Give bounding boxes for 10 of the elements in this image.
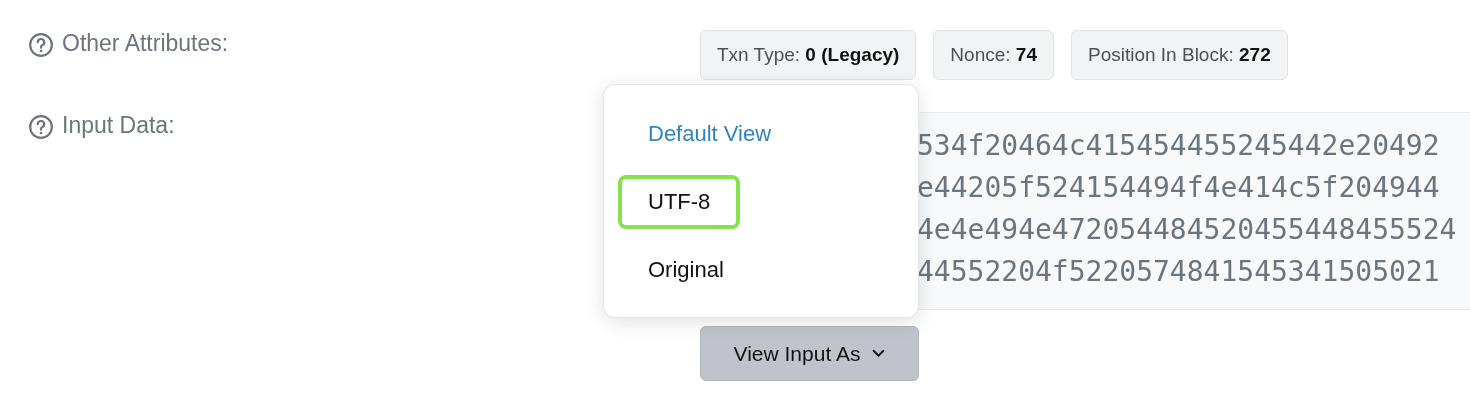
- row-label: Input Data:: [62, 112, 175, 139]
- help-icon: [28, 32, 54, 58]
- chevron-down-icon: [872, 349, 886, 358]
- help-icon: [28, 114, 54, 140]
- attribute-badge: Txn Type: 0 (Legacy): [700, 30, 917, 80]
- menu-item[interactable]: UTF-8: [618, 175, 741, 229]
- attribute-badge: Nonce: 74: [933, 30, 1054, 80]
- attribute-badge: Position In Block: 272: [1070, 30, 1288, 80]
- view-input-as-button[interactable]: View Input As: [700, 326, 919, 381]
- row-label: Other Attributes:: [62, 30, 229, 57]
